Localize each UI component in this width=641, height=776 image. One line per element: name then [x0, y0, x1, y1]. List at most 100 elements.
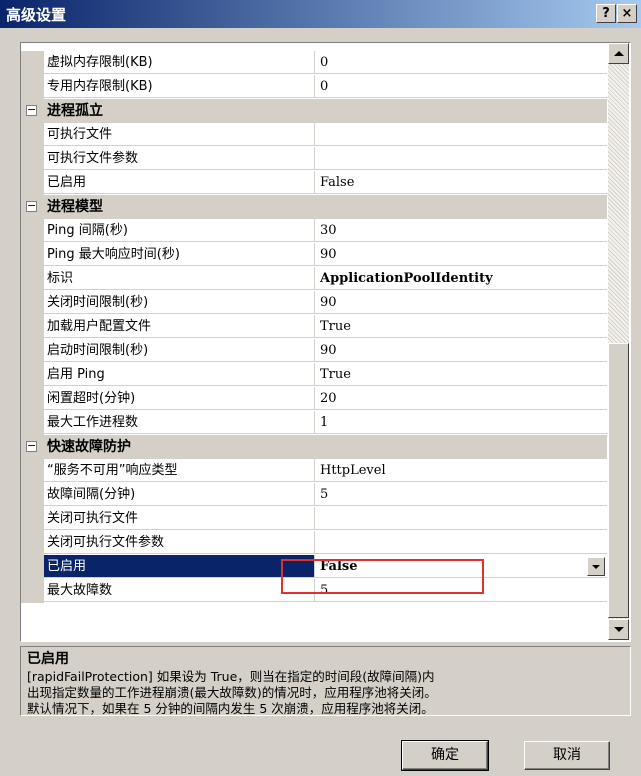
- property-name[interactable]: 关闭可执行文件: [44, 507, 315, 530]
- property-value[interactable]: 20: [315, 387, 607, 410]
- property-name[interactable]: 专用内存限制(KB): [44, 75, 315, 98]
- property-value[interactable]: True: [315, 315, 607, 338]
- title-bar: 高级设置 ? ×: [0, 0, 641, 28]
- collapse-toggle-icon[interactable]: −: [26, 200, 37, 212]
- scroll-down-arrow-icon[interactable]: [608, 619, 629, 640]
- category-row[interactable]: − 进程模型: [21, 195, 607, 219]
- category-row[interactable]: − 进程孤立: [21, 99, 607, 123]
- property-value[interactable]: True: [315, 363, 607, 386]
- category-label: 进程模型: [47, 199, 103, 215]
- property-row[interactable]: 关闭可执行文件参数: [21, 531, 607, 555]
- property-grid-rows: 虚拟内存限制(KB) 0 专用内存限制(KB) 0− 进程孤立 可执行文件 可执行文件参数已…: [21, 43, 607, 641]
- property-name[interactable]: 最大工作进程数: [44, 411, 315, 434]
- row-gutter: [21, 339, 44, 363]
- category-label: 快速故障防护: [47, 439, 131, 455]
- property-value[interactable]: HttpLevel: [315, 459, 607, 482]
- row-gutter: [21, 459, 44, 483]
- property-value[interactable]: [315, 531, 607, 554]
- property-row[interactable]: 标识 ApplicationPoolIdentity: [21, 267, 607, 291]
- help-button[interactable]: ?: [596, 4, 616, 23]
- row-gutter: [21, 555, 44, 579]
- description-line: 默认情况下，如果在 5 分钟的间隔内发生 5 次崩溃，应用程序池将关闭。: [27, 701, 434, 716]
- property-row[interactable]: 启动时间限制(秒) 90: [21, 339, 607, 363]
- property-row[interactable]: 关闭时间限制(秒) 90: [21, 291, 607, 315]
- property-name[interactable]: Ping 最大响应时间(秒): [44, 243, 315, 266]
- property-name[interactable]: 虚拟内存限制(KB): [44, 51, 315, 74]
- property-name[interactable]: 已启用: [44, 555, 315, 578]
- property-row[interactable]: “服务不可用”响应类型 HttpLevel: [21, 459, 607, 483]
- property-value[interactable]: 0: [315, 51, 607, 74]
- close-button[interactable]: ×: [617, 4, 637, 23]
- scroll-up-arrow-icon[interactable]: [608, 43, 629, 64]
- property-value[interactable]: 30: [315, 219, 607, 242]
- property-row[interactable]: 加载用户配置文件 True: [21, 315, 607, 339]
- property-value[interactable]: 90: [315, 243, 607, 266]
- property-row[interactable]: 最大故障数 5: [21, 579, 607, 603]
- property-value[interactable]: [315, 147, 607, 170]
- property-name[interactable]: 关闭时间限制(秒): [44, 291, 315, 314]
- row-gutter: [21, 579, 44, 603]
- property-value[interactable]: 90: [315, 291, 607, 314]
- row-gutter: [21, 315, 44, 339]
- vertical-scrollbar[interactable]: [608, 43, 629, 640]
- property-row[interactable]: 闲置超时(分钟) 20: [21, 387, 607, 411]
- property-grid: 虚拟内存限制(KB) 0 专用内存限制(KB) 0− 进程孤立 可执行文件 可执行文件参数已…: [20, 42, 631, 642]
- property-name[interactable]: 加载用户配置文件: [44, 315, 315, 338]
- property-value[interactable]: [315, 123, 607, 146]
- property-row[interactable]: 关闭可执行文件: [21, 507, 607, 531]
- row-gutter: [21, 243, 44, 267]
- property-name[interactable]: “服务不可用”响应类型: [44, 459, 315, 482]
- property-name[interactable]: 标识: [44, 267, 315, 290]
- collapse-toggle-icon[interactable]: −: [26, 104, 37, 116]
- row-gutter: [21, 219, 44, 243]
- property-name[interactable]: 关闭可执行文件参数: [44, 531, 315, 554]
- property-value[interactable]: 0: [315, 75, 607, 98]
- description-line: 出现指定数量的工作进程崩溃(最大故障数)的情况时，应用程序池将关闭。: [27, 685, 437, 700]
- row-gutter: [21, 483, 44, 507]
- category-row[interactable]: − 快速故障防护: [21, 435, 607, 459]
- description-title: 已启用: [27, 651, 69, 667]
- property-name[interactable]: 最大故障数: [44, 579, 315, 602]
- row-gutter: [21, 75, 44, 99]
- row-gutter: [21, 123, 44, 147]
- property-name[interactable]: 故障间隔(分钟): [44, 483, 315, 506]
- property-value[interactable]: False: [315, 555, 607, 578]
- property-row[interactable]: 故障间隔(分钟) 5: [21, 483, 607, 507]
- property-row[interactable]: 可执行文件参数: [21, 147, 607, 171]
- property-name[interactable]: 启用 Ping: [44, 363, 315, 386]
- property-name[interactable]: 已启用: [44, 171, 315, 194]
- row-gutter: [21, 387, 44, 411]
- property-row[interactable]: 已启用 False: [21, 171, 607, 195]
- property-value[interactable]: ApplicationPoolIdentity: [315, 267, 607, 290]
- property-row[interactable]: 虚拟内存限制(KB) 0: [21, 51, 607, 75]
- property-row[interactable]: 可执行文件: [21, 123, 607, 147]
- property-row-selected[interactable]: 已启用 False: [21, 555, 607, 579]
- property-value[interactable]: 5: [315, 483, 607, 506]
- cancel-button[interactable]: 取消: [524, 741, 610, 770]
- property-name[interactable]: Ping 间隔(秒): [44, 219, 315, 242]
- property-value[interactable]: 5: [315, 579, 607, 602]
- property-name[interactable]: 闲置超时(分钟): [44, 387, 315, 410]
- property-row[interactable]: Ping 最大响应时间(秒) 90: [21, 243, 607, 267]
- property-value[interactable]: [315, 507, 607, 530]
- row-gutter: [21, 171, 44, 195]
- property-value[interactable]: 1: [315, 411, 607, 434]
- property-value[interactable]: 90: [315, 339, 607, 362]
- property-row[interactable]: 专用内存限制(KB) 0: [21, 75, 607, 99]
- property-name[interactable]: 可执行文件参数: [44, 147, 315, 170]
- ok-button[interactable]: 确定: [401, 740, 489, 771]
- property-name[interactable]: 可执行文件: [44, 123, 315, 146]
- window-title: 高级设置: [6, 6, 67, 24]
- property-row[interactable]: 启用 Ping True: [21, 363, 607, 387]
- property-value[interactable]: False: [315, 171, 607, 194]
- property-name[interactable]: 启动时间限制(秒): [44, 339, 315, 362]
- row-gutter: [21, 51, 44, 75]
- row-gutter: [21, 531, 44, 555]
- collapse-toggle-icon[interactable]: −: [26, 440, 37, 452]
- dropdown-arrow-icon[interactable]: [587, 557, 605, 576]
- scroll-thumb[interactable]: [608, 343, 629, 618]
- row-gutter: [21, 267, 44, 291]
- description-panel: 已启用 [rapidFailProtection] 如果设为 True，则当在指…: [20, 646, 631, 716]
- property-row[interactable]: Ping 间隔(秒) 30: [21, 219, 607, 243]
- property-row[interactable]: 最大工作进程数 1: [21, 411, 607, 435]
